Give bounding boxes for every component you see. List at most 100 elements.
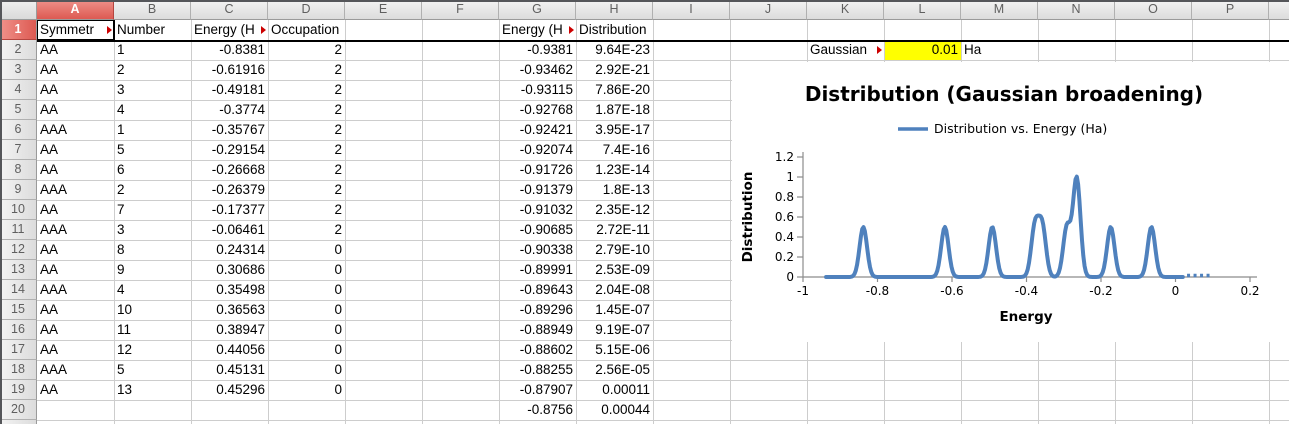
cell-C4[interactable]: -0.49181	[191, 80, 268, 100]
cell-C10[interactable]: -0.17377	[191, 200, 268, 220]
cell-B12[interactable]: 8	[114, 240, 191, 260]
row-header-5[interactable]: 5	[0, 100, 37, 120]
row-header-9[interactable]: 9	[0, 180, 37, 200]
cell-C16[interactable]: 0.38947	[191, 320, 268, 340]
cell-A12[interactable]: AA	[37, 240, 114, 260]
row-header-15[interactable]: 15	[0, 300, 37, 320]
cell-D14[interactable]: 0	[268, 280, 345, 300]
cell-G16[interactable]: -0.88949	[499, 320, 576, 340]
column-header-A[interactable]: A	[37, 0, 114, 20]
cell-B6[interactable]: 1	[114, 120, 191, 140]
cell-B15[interactable]: 10	[114, 300, 191, 320]
cell-B13[interactable]: 9	[114, 260, 191, 280]
row-header-17[interactable]: 17	[0, 340, 37, 360]
cell-B9[interactable]: 2	[114, 180, 191, 200]
cell-A16[interactable]: AA	[37, 320, 114, 340]
header-cell-G1[interactable]: Energy (H	[499, 20, 576, 40]
row-header-2[interactable]: 2	[0, 40, 37, 60]
distribution-chart[interactable]: 0 0.2 0.4 0.6 0.8 1 1.2 -1 -0.8 -0.6 -0.4 -0.2 0 0.2 D…	[732, 62, 1289, 342]
cell-M2[interactable]: Ha	[961, 40, 1038, 60]
row-header-19[interactable]: 19	[0, 380, 37, 400]
cell-C8[interactable]: -0.26668	[191, 160, 268, 180]
cell-B4[interactable]: 3	[114, 80, 191, 100]
cell-C19[interactable]: 0.45296	[191, 380, 268, 400]
cell-H16[interactable]: 9.19E-07	[576, 320, 653, 340]
cell-H21[interactable]: 0.00153	[576, 420, 653, 424]
cell-K2[interactable]: Gaussian	[807, 40, 884, 60]
cell-D5[interactable]: 2	[268, 100, 345, 120]
cell-C5[interactable]: -0.3774	[191, 100, 268, 120]
cell-C12[interactable]: 0.24314	[191, 240, 268, 260]
column-header-G[interactable]: G	[499, 0, 576, 20]
cell-C17[interactable]: 0.44056	[191, 340, 268, 360]
row-header-16[interactable]: 16	[0, 320, 37, 340]
cell-C6[interactable]: -0.35767	[191, 120, 268, 140]
column-header-Q[interactable]: Q	[1269, 0, 1289, 20]
row-header-20[interactable]: 20	[0, 400, 37, 420]
cell-A9[interactable]: AAA	[37, 180, 114, 200]
cell-H10[interactable]: 2.35E-12	[576, 200, 653, 220]
column-header-M[interactable]: M	[961, 0, 1038, 20]
cell-D12[interactable]: 0	[268, 240, 345, 260]
cell-C7[interactable]: -0.29154	[191, 140, 268, 160]
cell-H19[interactable]: 0.00011	[576, 380, 653, 400]
cell-B18[interactable]: 5	[114, 360, 191, 380]
cell-D15[interactable]: 0	[268, 300, 345, 320]
cell-G3[interactable]: -0.93462	[499, 60, 576, 80]
cell-D16[interactable]: 0	[268, 320, 345, 340]
row-header-6[interactable]: 6	[0, 120, 37, 140]
column-header-H[interactable]: H	[576, 0, 653, 20]
cell-B10[interactable]: 7	[114, 200, 191, 220]
cell-B8[interactable]: 6	[114, 160, 191, 180]
cell-H12[interactable]: 2.79E-10	[576, 240, 653, 260]
column-header-E[interactable]: E	[345, 0, 422, 20]
cell-H18[interactable]: 2.56E-05	[576, 360, 653, 380]
row-header-14[interactable]: 14	[0, 280, 37, 300]
cell-D13[interactable]: 0	[268, 260, 345, 280]
cell-G4[interactable]: -0.93115	[499, 80, 576, 100]
cell-D2[interactable]: 2	[268, 40, 345, 60]
cell-D4[interactable]: 2	[268, 80, 345, 100]
column-header-P[interactable]: P	[1192, 0, 1269, 20]
header-cell-D1[interactable]: Occupation	[268, 20, 345, 40]
cell-A19[interactable]: AA	[37, 380, 114, 400]
cell-H4[interactable]: 7.86E-20	[576, 80, 653, 100]
cell-C3[interactable]: -0.61916	[191, 60, 268, 80]
cell-H14[interactable]: 2.04E-08	[576, 280, 653, 300]
cell-H2[interactable]: 9.64E-23	[576, 40, 653, 60]
cell-D8[interactable]: 2	[268, 160, 345, 180]
cell-H13[interactable]: 2.53E-09	[576, 260, 653, 280]
cell-A8[interactable]: AA	[37, 160, 114, 180]
column-header-O[interactable]: O	[1115, 0, 1192, 20]
cell-A18[interactable]: AAA	[37, 360, 114, 380]
cell-C14[interactable]: 0.35498	[191, 280, 268, 300]
cell-A14[interactable]: AAA	[37, 280, 114, 300]
cell-G6[interactable]: -0.92421	[499, 120, 576, 140]
cell-H9[interactable]: 1.8E-13	[576, 180, 653, 200]
cell-H5[interactable]: 1.87E-18	[576, 100, 653, 120]
cell-A10[interactable]: AA	[37, 200, 114, 220]
cell-H11[interactable]: 2.72E-11	[576, 220, 653, 240]
row-header-18[interactable]: 18	[0, 360, 37, 380]
cell-H7[interactable]: 7.4E-16	[576, 140, 653, 160]
cell-G21[interactable]: -0.87213	[499, 420, 576, 424]
cell-C13[interactable]: 0.30686	[191, 260, 268, 280]
header-cell-H1[interactable]: Distribution	[576, 20, 653, 40]
cell-G8[interactable]: -0.91726	[499, 160, 576, 180]
cell-D17[interactable]: 0	[268, 340, 345, 360]
cell-C15[interactable]: 0.36563	[191, 300, 268, 320]
active-cell-cursor[interactable]	[36, 19, 115, 41]
cell-A2[interactable]: AA	[37, 40, 114, 60]
cell-G18[interactable]: -0.88255	[499, 360, 576, 380]
select-all-corner[interactable]	[0, 0, 37, 20]
row-header-4[interactable]: 4	[0, 80, 37, 100]
column-header-F[interactable]: F	[422, 0, 499, 20]
cell-G19[interactable]: -0.87907	[499, 380, 576, 400]
row-header-3[interactable]: 3	[0, 60, 37, 80]
column-header-L[interactable]: L	[884, 0, 961, 20]
cell-C9[interactable]: -0.26379	[191, 180, 268, 200]
row-header-12[interactable]: 12	[0, 240, 37, 260]
row-header-1[interactable]: 1	[0, 20, 37, 40]
cell-H20[interactable]: 0.00044	[576, 400, 653, 420]
row-header-7[interactable]: 7	[0, 140, 37, 160]
